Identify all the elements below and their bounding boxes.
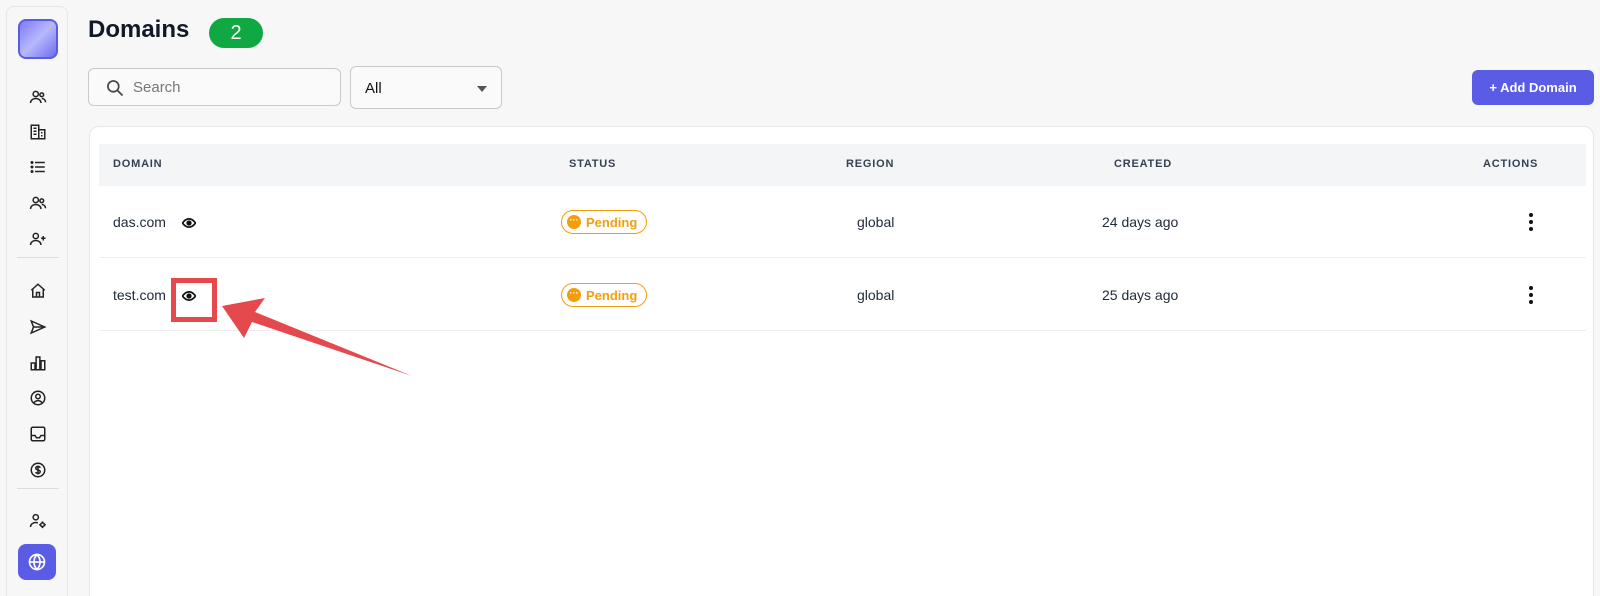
region-value: global (857, 214, 895, 230)
inbox-icon[interactable] (28, 424, 48, 444)
region-value: global (857, 287, 895, 303)
more-actions-icon[interactable] (1526, 210, 1536, 234)
chevron-down-icon (477, 86, 487, 92)
home-icon[interactable] (28, 281, 48, 301)
created-value: 25 days ago (1102, 287, 1179, 303)
user-circle-icon[interactable] (28, 388, 48, 408)
domain-name: das.com (113, 214, 166, 230)
status-badge: ··· Pending (561, 210, 647, 234)
status-filter-select[interactable]: All (350, 66, 502, 109)
column-header-status[interactable]: STATUS (569, 158, 616, 170)
column-header-domain[interactable]: DOMAIN (113, 158, 162, 170)
status-text: Pending (586, 214, 638, 230)
team-icon[interactable] (28, 193, 48, 213)
sidebar-divider (17, 257, 59, 258)
users-icon[interactable] (28, 87, 48, 107)
status-text: Pending (586, 287, 638, 303)
pending-icon: ··· (567, 288, 581, 302)
dollar-icon[interactable] (28, 460, 48, 480)
user-settings-icon[interactable] (28, 511, 48, 531)
send-icon[interactable] (28, 317, 48, 337)
user-plus-icon[interactable] (28, 229, 48, 249)
globe-icon (27, 552, 47, 572)
eye-icon[interactable] (181, 216, 197, 230)
search-box[interactable] (88, 68, 341, 106)
table-header: DOMAIN STATUS REGION CREATED ACTIONS (99, 144, 1586, 186)
annotation-highlight-box (171, 278, 217, 322)
status-badge: ··· Pending (561, 283, 647, 307)
column-header-actions: ACTIONS (1483, 158, 1539, 170)
building-icon[interactable] (28, 122, 48, 142)
table-row[interactable]: das.com ··· Pending global 24 days ago (99, 186, 1586, 258)
domain-name: test.com (113, 287, 166, 303)
chart-icon[interactable] (28, 353, 48, 373)
pending-icon: ··· (567, 215, 581, 229)
more-actions-icon[interactable] (1526, 283, 1536, 307)
add-domain-button[interactable]: + Add Domain (1472, 70, 1594, 105)
status-filter-value: All (365, 80, 382, 97)
domain-count-badge: 2 (209, 18, 263, 48)
list-icon[interactable] (28, 157, 48, 177)
annotation-arrow-icon (222, 298, 412, 376)
search-input[interactable] (133, 77, 333, 97)
nav-domains-active[interactable] (18, 544, 56, 580)
page-title: Domains (88, 16, 190, 43)
sidebar (6, 6, 68, 596)
column-header-created[interactable]: CREATED (1114, 158, 1172, 170)
sidebar-divider (17, 488, 59, 489)
column-header-region[interactable]: REGION (846, 158, 894, 170)
created-value: 24 days ago (1102, 214, 1179, 230)
app-logo[interactable] (18, 19, 58, 59)
